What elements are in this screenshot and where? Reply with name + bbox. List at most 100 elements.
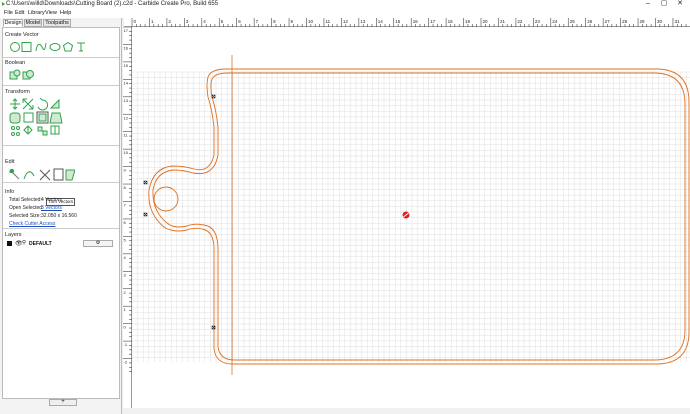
rectangle-icon[interactable] [21, 42, 32, 52]
boolean-tools [9, 69, 34, 80]
selected-size-value: 32.050 x 16.560 [41, 213, 77, 219]
horizontal-ruler: 0 1 2 3 4 5 6 7 8 9 10 11 12 13 14 15 16 17 18 19 20 21 22 23 24… [124, 18, 690, 27]
ruler-label: 13 [124, 98, 129, 103]
vertical-ruler-ticks: 17161514131211109876543210-1-2 [123, 26, 132, 372]
ruler-label: 24 [552, 19, 558, 24]
design-canvas[interactable] [131, 27, 690, 408]
ruler-label: 29 [640, 19, 646, 24]
open-selected-link[interactable]: 3 Vectors [41, 205, 62, 211]
tab-design[interactable]: Design [3, 19, 23, 27]
ruler-label: 17 [430, 19, 436, 24]
ruler-label: 18 [448, 19, 454, 24]
ruler-label: 7 [124, 203, 127, 208]
layer-row[interactable]: 👁 ⚲ DEFAULT ⚙ [7, 240, 117, 248]
total-selected-value: 4 Vectors [41, 197, 62, 203]
ruler-label: 3 [186, 19, 189, 24]
section-boolean: Boolean [5, 60, 26, 66]
tab-model[interactable]: Model [24, 19, 42, 27]
divider [3, 145, 119, 146]
origin-marker [402, 211, 410, 219]
ellipse-icon[interactable] [49, 43, 61, 51]
minimize-button[interactable]: – [642, 0, 654, 9]
circular-array-icon[interactable] [23, 125, 33, 135]
ruler-label: 6 [238, 19, 241, 24]
trim-vectors-icon[interactable] [53, 168, 64, 181]
add-layer-button[interactable]: + [49, 399, 77, 406]
ruler-label: 11 [325, 19, 330, 24]
divider [3, 228, 119, 229]
ruler-label: 31 [674, 19, 680, 24]
ruler-label: 21 [500, 19, 506, 24]
polyline-icon[interactable] [35, 42, 47, 52]
ruler-label: 25 [570, 19, 576, 24]
align-icon[interactable] [23, 112, 34, 123]
ruler-label: 6 [124, 220, 127, 225]
break-apart-icon[interactable] [50, 125, 60, 135]
gear-icon[interactable]: ⚙ [83, 240, 113, 247]
ruler-label: 12 [124, 115, 129, 120]
ruler-label: 5 [221, 19, 224, 24]
array-icon[interactable] [11, 126, 15, 130]
ruler-label: 23 [535, 19, 541, 24]
design-panel: Create Vector Boolean Transform Edit Tri… [2, 27, 120, 406]
title-bar: C:\Users\willd\Downloads\Cutting Board (… [0, 0, 690, 9]
maximize-button[interactable]: ▢ [658, 0, 670, 9]
ruler-label: 8 [273, 19, 276, 24]
divider [3, 85, 119, 86]
ruler-label: 27 [605, 19, 611, 24]
ruler-label: 2 [124, 290, 127, 295]
scale-icon[interactable] [22, 98, 34, 110]
menu-library[interactable]: Library [28, 10, 45, 16]
ruler-label: 13 [360, 19, 366, 24]
ruler-label: 1 [151, 19, 154, 24]
window-title: C:\Users\willd\Downloads\Cutting Board (… [6, 1, 219, 7]
section-layers: Layers [5, 232, 22, 238]
mirror-icon[interactable] [49, 98, 60, 109]
ruler-label: 30 [657, 19, 663, 24]
divider [3, 182, 119, 183]
menu-view[interactable]: View [45, 10, 57, 16]
section-transform: Transform [5, 89, 30, 95]
menu-file[interactable]: File [4, 10, 13, 16]
ruler-label: 10 [124, 150, 129, 155]
ruler-label: 16 [124, 45, 129, 50]
canvas-svg [131, 55, 690, 375]
menu-bar: File Edit Library View Help [0, 9, 690, 18]
join-icon[interactable] [23, 171, 35, 180]
left-panel: Design Model Toolpaths Create Vector Boo… [0, 18, 122, 414]
ruler-label: 10 [308, 19, 314, 24]
tab-toolpaths[interactable]: Toolpaths [43, 19, 71, 27]
offset-icon[interactable] [9, 112, 21, 124]
extend-icon[interactable] [65, 169, 75, 181]
ruler-label: -1 [124, 342, 128, 347]
polygon-icon[interactable] [62, 41, 74, 52]
rotate-icon[interactable] [37, 98, 49, 111]
ruler-label: 16 [413, 19, 419, 24]
section-info: Info [5, 189, 15, 195]
layer-color-swatch[interactable] [7, 241, 12, 246]
ruler-label: 5 [124, 237, 127, 242]
trim-icon[interactable] [39, 169, 51, 181]
lock-icon[interactable]: ⚲ [22, 240, 26, 246]
circle-icon[interactable] [10, 42, 20, 52]
ruler-label: 4 [203, 19, 206, 24]
distort-icon[interactable] [49, 112, 63, 124]
check-cutter-access-link[interactable]: Check Cutter Access [9, 221, 55, 227]
close-button[interactable]: ✕ [674, 0, 686, 9]
ruler-label: 28 [622, 19, 628, 24]
info-open-selected: Open Selected: 3 Vectors [9, 205, 62, 211]
vertical-ruler: 17 16 15 14 13 12 11 10 9 8 7 6 5 4 3 2 1 0 -1 -2 [123, 26, 132, 408]
ruler-label: 4 [124, 255, 127, 260]
divider [3, 57, 119, 58]
ruler-label: 0 [124, 325, 127, 330]
text-icon[interactable] [77, 42, 85, 52]
section-edit: Edit [5, 159, 15, 165]
ruler-label: 20 [483, 19, 489, 24]
ruler-label: 12 [343, 19, 349, 24]
ruler-label: 14 [378, 19, 384, 24]
ruler-label: 15 [395, 19, 401, 24]
menu-help[interactable]: Help [60, 10, 71, 16]
menu-edit[interactable]: Edit [15, 10, 24, 16]
nest-icon[interactable] [37, 126, 43, 132]
move-icon[interactable] [10, 98, 20, 110]
